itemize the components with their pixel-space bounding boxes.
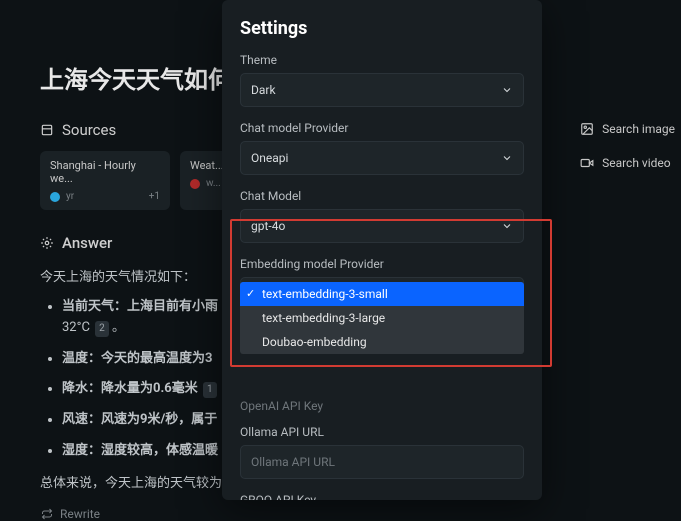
- citation-badge[interactable]: 2: [95, 321, 109, 337]
- chevron-down-icon: [501, 84, 513, 96]
- theme-label: Theme: [240, 53, 524, 67]
- rewrite-icon: [40, 508, 54, 520]
- search-image-button[interactable]: Search image: [574, 118, 681, 140]
- chat-provider-select[interactable]: Oneapi: [240, 141, 524, 175]
- source-domain: yr: [66, 191, 74, 202]
- theme-select[interactable]: Dark: [240, 73, 524, 107]
- groq-key-label: GROQ API Key: [240, 493, 524, 500]
- chevron-down-icon: [501, 220, 513, 232]
- favicon-icon: [50, 192, 60, 202]
- rewrite-button[interactable]: Rewrite: [40, 507, 641, 521]
- search-video-label: Search video: [602, 156, 671, 170]
- dropdown-option[interactable]: text-embedding-3-small: [240, 282, 524, 306]
- source-domain: w...: [206, 178, 221, 189]
- settings-modal: Settings Theme Dark Chat model Provider …: [222, 0, 542, 500]
- ollama-url-input[interactable]: Ollama API URL: [240, 445, 524, 479]
- chat-model-label: Chat Model: [240, 189, 524, 203]
- search-image-label: Search image: [602, 122, 675, 136]
- chat-model-select[interactable]: gpt-4o: [240, 209, 524, 243]
- chat-model-value: gpt-4o: [251, 219, 285, 233]
- dropdown-option[interactable]: Doubao-embedding: [240, 330, 524, 354]
- openai-key-label: OpenAI API Key: [240, 399, 524, 413]
- chevron-down-icon: [501, 152, 513, 164]
- embedding-model-dropdown[interactable]: text-embedding-3-small text-embedding-3-…: [240, 282, 524, 354]
- sources-icon: [40, 123, 54, 137]
- source-card[interactable]: Shanghai - Hourly we... yr +1: [40, 151, 170, 210]
- image-icon: [580, 122, 594, 136]
- rewrite-label: Rewrite: [60, 507, 100, 521]
- source-title: Shanghai - Hourly we...: [50, 159, 160, 185]
- chat-provider-label: Chat model Provider: [240, 121, 524, 135]
- citation-badge[interactable]: 1: [203, 382, 217, 398]
- side-actions: Search image Search video: [574, 118, 681, 174]
- embedding-provider-label: Embedding model Provider: [240, 257, 524, 271]
- sources-label: Sources: [62, 121, 116, 139]
- answer-label: Answer: [62, 234, 112, 252]
- theme-value: Dark: [251, 83, 276, 97]
- chat-provider-value: Oneapi: [251, 151, 288, 165]
- search-video-button[interactable]: Search video: [574, 152, 681, 174]
- favicon-icon: [190, 179, 200, 189]
- video-icon: [580, 156, 594, 170]
- source-extra: +1: [149, 191, 160, 202]
- sparkle-icon: [40, 236, 54, 250]
- ollama-url-label: Ollama API URL: [240, 425, 524, 439]
- ollama-url-placeholder: Ollama API URL: [251, 455, 335, 469]
- settings-title: Settings: [240, 18, 524, 39]
- dropdown-option[interactable]: text-embedding-3-large: [240, 306, 524, 330]
